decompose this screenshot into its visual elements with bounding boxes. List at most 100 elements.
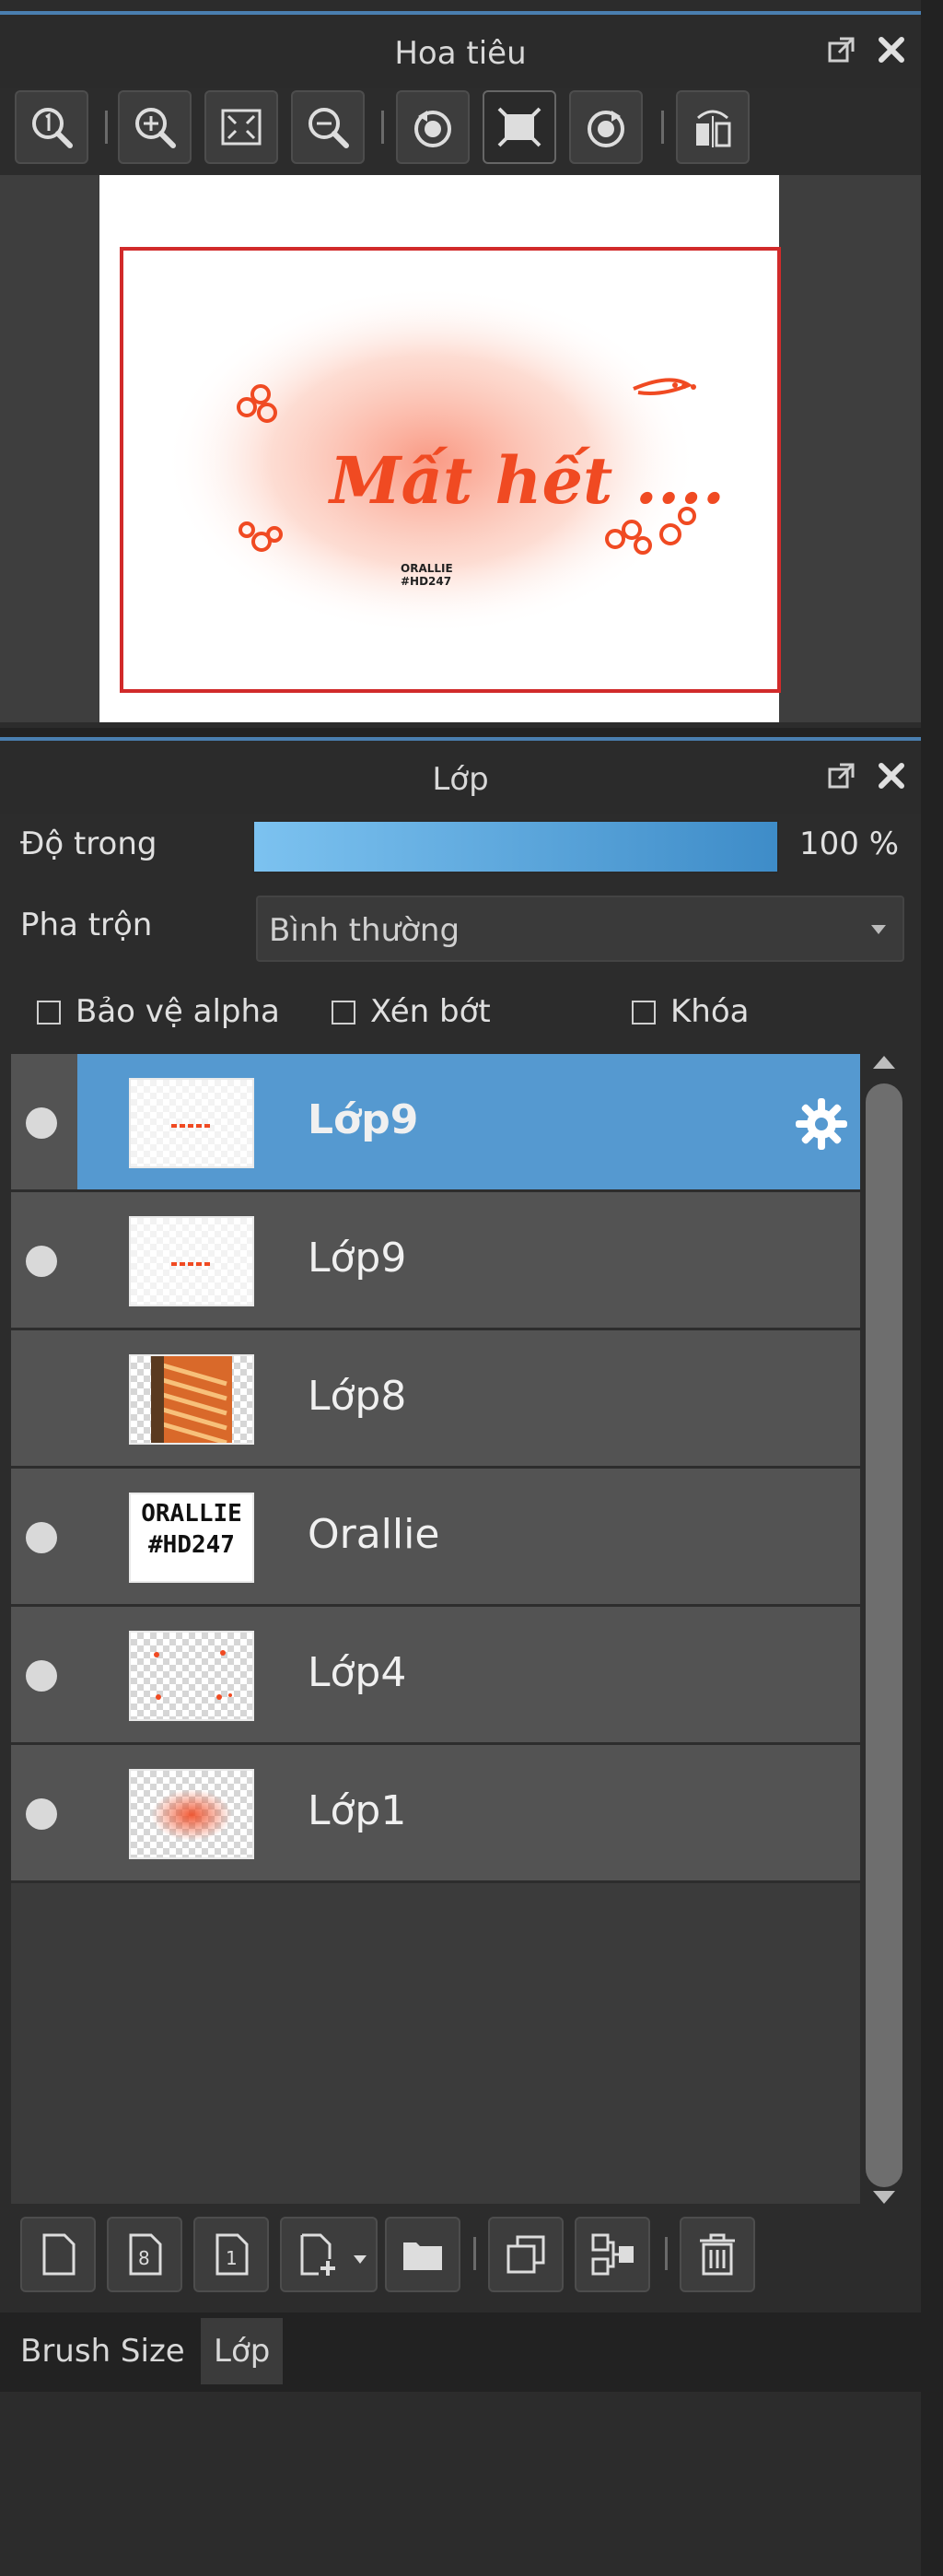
chevron-down-icon (871, 925, 886, 934)
visibility-icon[interactable] (26, 1107, 57, 1139)
scroll-down-icon[interactable] (873, 2191, 895, 2204)
navigator-titlebar: Hoa tiêu (0, 15, 921, 88)
checkbox-box[interactable] (632, 1001, 656, 1025)
layer-thumbnail (129, 1078, 254, 1168)
visibility-icon[interactable] (26, 1246, 57, 1277)
opacity-label: Độ trong (20, 825, 157, 862)
layer-row[interactable]: ORALLIE #HD247 Orallie (11, 1469, 860, 1607)
layers-panel: Lớp Độ trong 100 % Pha trộn Bình thường … (0, 737, 921, 2576)
tab-brush-size[interactable]: Brush Size (7, 2318, 198, 2384)
tab-layer[interactable]: Lớp (201, 2318, 284, 2384)
duplicate-layer-button[interactable] (488, 2217, 564, 2292)
visibility-icon[interactable] (26, 1660, 57, 1692)
scroll-up-icon[interactable] (873, 1056, 895, 1069)
8bit-layer-icon: 8 (129, 2233, 162, 2276)
layer-thumbnail (129, 1216, 254, 1306)
layer-name: Lớp9 (308, 1235, 407, 1282)
rotate-right-button[interactable] (569, 90, 643, 164)
zoom-actual-button[interactable] (15, 90, 88, 164)
toolbar-separator (381, 111, 384, 144)
checkbox-box[interactable] (37, 1001, 61, 1025)
layer-row[interactable]: Lớp8 (11, 1330, 860, 1469)
layer-thumbnail: ORALLIE #HD247 (129, 1493, 254, 1583)
new-page-icon (42, 2233, 76, 2276)
close-icon[interactable] (875, 759, 908, 792)
popout-icon[interactable] (827, 35, 856, 64)
protect-alpha-label: Bảo vệ alpha (76, 993, 280, 1030)
thumbnail-text-line1: ORALLIE (141, 1500, 242, 1528)
folder-icon (403, 2242, 442, 2270)
layer-row[interactable]: Lớp4 (11, 1607, 860, 1745)
visibility-icon[interactable] (26, 1522, 57, 1553)
navigator-toolbar (0, 83, 921, 175)
new-1bit-layer-button[interactable]: 1 (193, 2217, 269, 2292)
toolbar-separator (661, 111, 664, 144)
add-layer-icon (300, 2233, 335, 2276)
layer-name: Orallie (308, 1511, 440, 1558)
flip-horizontal-button[interactable] (676, 90, 750, 164)
reset-view-icon (497, 107, 541, 147)
opacity-slider[interactable] (252, 820, 779, 873)
gear-icon[interactable] (792, 1095, 851, 1153)
reset-rotation-button[interactable] (483, 90, 556, 164)
merge-down-button[interactable] (575, 2217, 650, 2292)
trash-icon (700, 2233, 735, 2276)
navigator-preview[interactable]: Mất hết .... ORALLIE #HD247 (0, 175, 921, 722)
delete-layer-button[interactable] (680, 2217, 755, 2292)
new-layer-button[interactable] (20, 2217, 96, 2292)
layer-list-scrollbar[interactable] (860, 1050, 908, 2206)
flip-horizontal-icon (696, 110, 731, 147)
layer-thumbnail (129, 1354, 254, 1445)
rotate-left-button[interactable] (396, 90, 470, 164)
add-layer-menu-button[interactable] (280, 2217, 378, 2292)
layer-thumbnail-art (131, 1080, 252, 1166)
toolbar-separator (473, 2237, 476, 2270)
merge-icon (591, 2233, 634, 2276)
rotate-left-icon (414, 111, 451, 147)
fit-screen-button[interactable] (204, 90, 278, 164)
layer-name: Lớp9 (308, 1096, 419, 1143)
new-folder-button[interactable] (385, 2217, 460, 2292)
blend-mode-select[interactable]: Bình thường (256, 896, 904, 962)
zoom-out-icon (309, 108, 349, 148)
layer-thumbnail-art (151, 1789, 232, 1841)
checkbox-box[interactable] (332, 1001, 355, 1025)
1bit-layer-icon: 1 (215, 2233, 249, 2276)
layer-thumbnail (129, 1769, 254, 1859)
blend-label: Pha trộn (20, 907, 153, 943)
toolbar-separator (105, 111, 108, 144)
rotate-right-icon (588, 111, 624, 147)
zoom-in-icon (135, 108, 176, 148)
layer-row[interactable]: Lớp1 (11, 1745, 860, 1883)
zoom-actual-icon (32, 108, 73, 148)
layer-thumbnail (129, 1631, 254, 1721)
toolbar-separator (665, 2237, 668, 2270)
scrollbar-thumb[interactable] (866, 1083, 902, 2187)
close-icon[interactable] (875, 33, 908, 66)
svg-text:1: 1 (226, 2247, 238, 2269)
zoom-out-button[interactable] (291, 90, 365, 164)
zoom-in-button[interactable] (118, 90, 192, 164)
layer-list: Lớp9 Lớp9 Lớp8 ORALLIE #HD247 Orallie Lớ… (11, 1054, 860, 2204)
blend-mode-value: Bình thường (269, 912, 460, 949)
svg-text:8: 8 (138, 2247, 150, 2269)
navigator-title: Hoa tiêu (394, 35, 527, 72)
layers-title: Lớp (432, 761, 489, 798)
viewport-frame[interactable] (120, 247, 781, 693)
layer-row[interactable]: Lớp9 (11, 1054, 860, 1192)
layer-name: Lớp1 (308, 1787, 407, 1834)
opacity-value: 100 % (799, 825, 900, 862)
duplicate-icon (506, 2235, 545, 2274)
layer-actions-toolbar: 8 1 (0, 2211, 921, 2303)
panel-tabs: Brush Size Lớp (0, 2313, 921, 2392)
lock-label: Khóa (670, 993, 750, 1030)
new-8bit-layer-button[interactable]: 8 (107, 2217, 182, 2292)
fit-screen-icon (221, 109, 262, 146)
layer-thumbnail-art (154, 1650, 232, 1700)
layer-name: Lớp4 (308, 1649, 407, 1696)
layer-name: Lớp8 (308, 1373, 407, 1420)
visibility-icon[interactable] (26, 1798, 57, 1830)
clipping-label: Xén bớt (370, 993, 491, 1030)
layer-row[interactable]: Lớp9 (11, 1192, 860, 1330)
popout-icon[interactable] (827, 761, 856, 790)
